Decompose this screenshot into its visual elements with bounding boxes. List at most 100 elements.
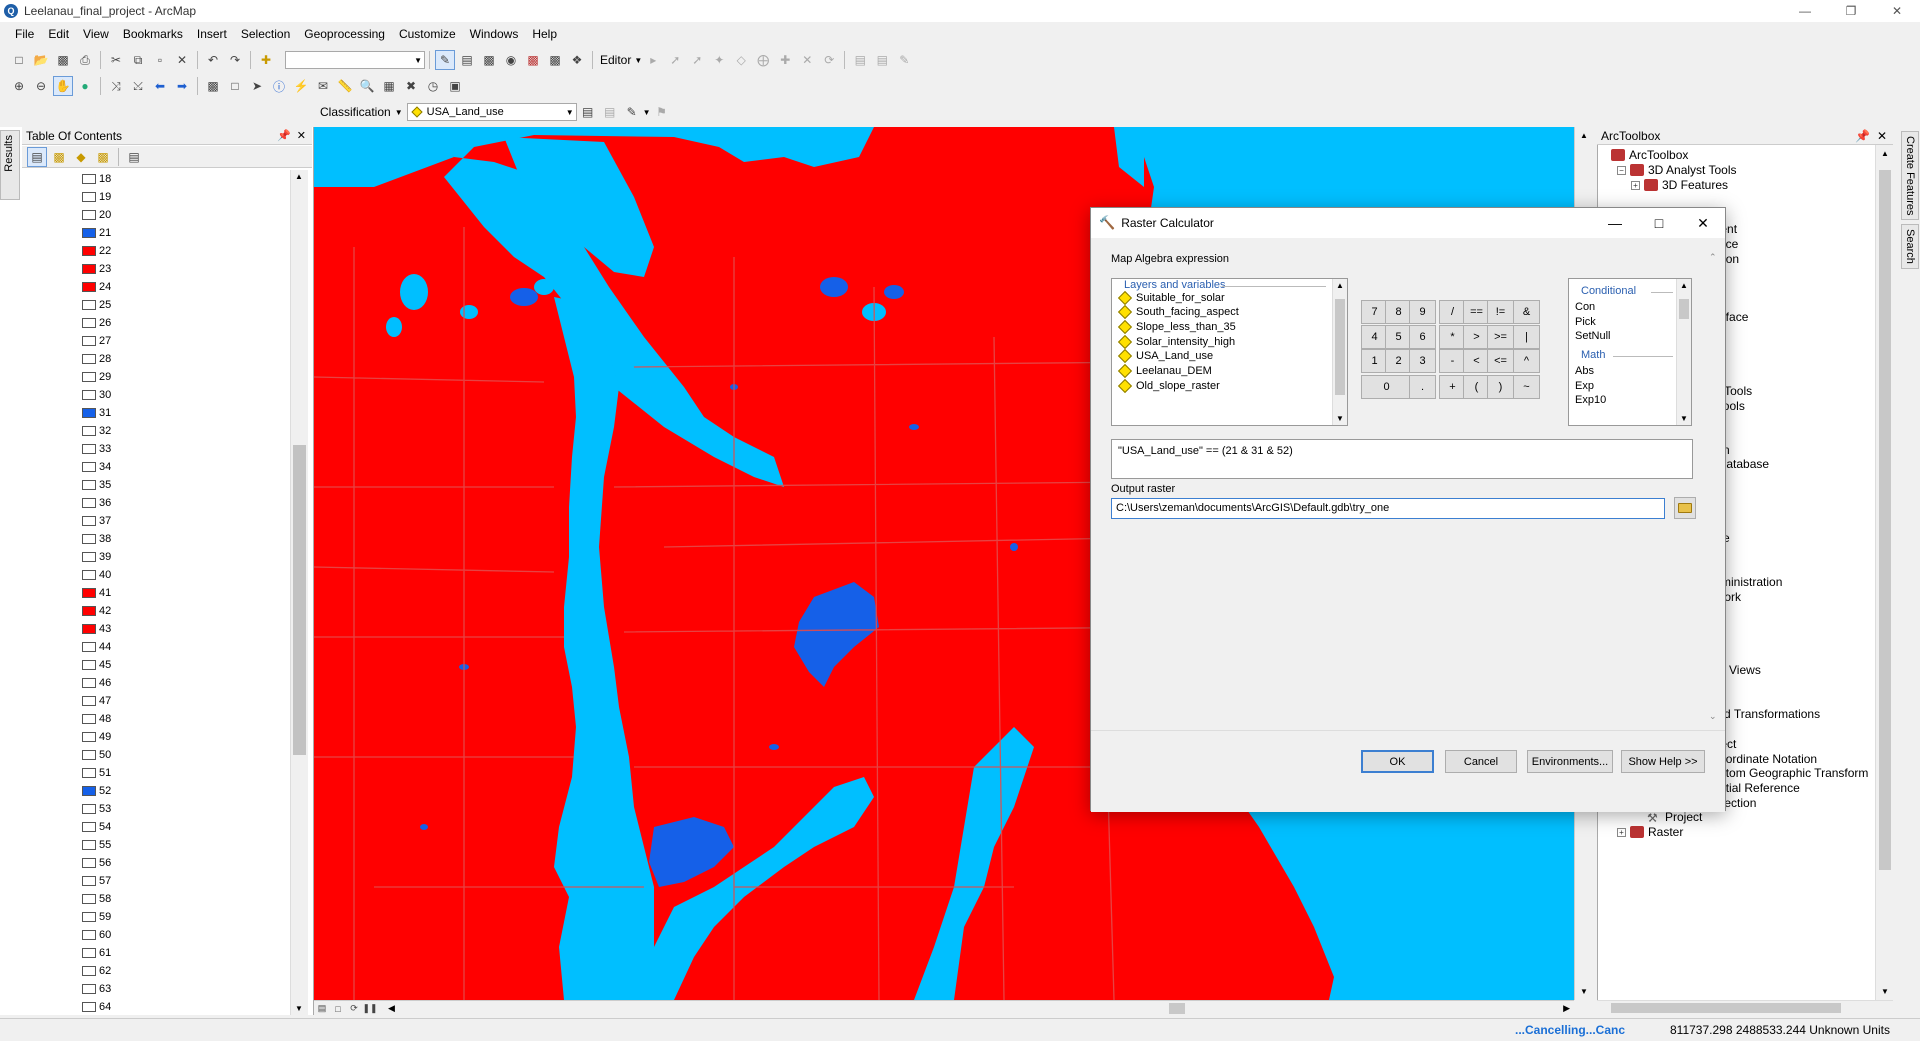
toc-window-icon[interactable]: ▤: [457, 50, 477, 70]
key-button[interactable]: -: [1439, 349, 1466, 373]
list-by-selection-icon[interactable]: ▩: [93, 147, 113, 167]
refresh-icon[interactable]: ⟳: [347, 999, 361, 1019]
show-help-button[interactable]: Show Help >>: [1621, 750, 1705, 773]
time-slider-icon[interactable]: ◷: [423, 76, 443, 96]
legend-swatch[interactable]: [82, 696, 96, 706]
dialog-scrollbar[interactable]: ⌃ ⌄: [1709, 252, 1721, 722]
legend-swatch[interactable]: [82, 876, 96, 886]
layer-combo[interactable]: USA_Land_use ▼: [406, 103, 577, 121]
histogram-icon[interactable]: ▤: [578, 102, 598, 122]
layer-item[interactable]: Old_slope_raster: [1117, 377, 1220, 394]
modelbuilder-icon[interactable]: ❖: [567, 50, 587, 70]
key-button[interactable]: 4: [1361, 325, 1388, 349]
expand-icon[interactable]: +: [1631, 180, 1640, 190]
find-icon[interactable]: 🔍: [357, 76, 377, 96]
split-icon[interactable]: ✕: [797, 50, 817, 70]
toolbox-item[interactable]: +3D Features: [1631, 176, 1728, 194]
function-item[interactable]: SetNull: [1575, 330, 1610, 342]
identify-icon[interactable]: ⓘ: [269, 76, 289, 96]
legend-swatch[interactable]: [82, 408, 96, 418]
legend-swatch[interactable]: [82, 750, 96, 760]
legend-swatch[interactable]: [82, 498, 96, 508]
pin-icon[interactable]: 📌: [277, 130, 291, 142]
trace-icon[interactable]: ✦: [709, 50, 729, 70]
legend-swatch[interactable]: [82, 588, 96, 598]
legend-swatch[interactable]: [82, 426, 96, 436]
layout-view-icon[interactable]: □: [331, 999, 345, 1019]
legend-swatch[interactable]: [82, 948, 96, 958]
collapse-icon[interactable]: −: [1617, 165, 1626, 175]
edit-vertices-icon[interactable]: ◇: [731, 50, 751, 70]
key-button[interactable]: 8: [1385, 300, 1412, 324]
list-by-visibility-icon[interactable]: ◆: [71, 147, 91, 167]
browse-button[interactable]: [1674, 497, 1696, 519]
key-button[interactable]: 3: [1409, 349, 1436, 373]
function-item[interactable]: Con: [1575, 301, 1595, 313]
rotate-icon[interactable]: ⟳: [819, 50, 839, 70]
legend-swatch[interactable]: [82, 354, 96, 364]
create-features-tab[interactable]: Create Features: [1901, 131, 1919, 221]
key-button[interactable]: +: [1439, 375, 1466, 399]
legend-swatch[interactable]: [82, 966, 96, 976]
key-button[interactable]: 0: [1361, 375, 1412, 399]
toc-scrollbar[interactable]: ▲ ▼: [290, 170, 308, 1015]
legend-swatch[interactable]: [82, 246, 96, 256]
legend-swatch[interactable]: [82, 642, 96, 652]
legend-swatch[interactable]: [82, 930, 96, 940]
function-item[interactable]: Abs: [1575, 365, 1594, 377]
legend-swatch[interactable]: [82, 210, 96, 220]
list-by-drawing-order-icon[interactable]: ▤: [27, 146, 47, 167]
select-features-icon[interactable]: ▩: [203, 76, 223, 96]
legend-swatch[interactable]: [82, 444, 96, 454]
output-raster-field[interactable]: C:\Users\zeman\documents\ArcGIS\Default.…: [1111, 498, 1665, 519]
hyperlink-icon[interactable]: ⚡: [291, 76, 311, 96]
layers-and-variables-list[interactable]: Layers and variables Suitable_for_solar S…: [1111, 278, 1348, 426]
save-icon[interactable]: ▩: [53, 50, 73, 70]
full-extent-icon[interactable]: ●: [75, 76, 95, 96]
menu-help[interactable]: Help: [525, 27, 564, 41]
key-button[interactable]: 2: [1385, 349, 1412, 373]
atb-close-icon[interactable]: ✕: [1877, 129, 1887, 143]
create-contour-icon[interactable]: ✎: [622, 102, 642, 122]
pause-drawing-icon[interactable]: ❚❚: [362, 999, 377, 1019]
fixed-zoom-out-icon[interactable]: ⤩: [128, 76, 148, 96]
key-button[interactable]: 6: [1409, 325, 1436, 349]
legend-swatch[interactable]: [82, 804, 96, 814]
legend-swatch[interactable]: [82, 192, 96, 202]
paste-icon[interactable]: ▫: [150, 50, 170, 70]
toc-close-icon[interactable]: ✕: [297, 130, 306, 142]
open-icon[interactable]: 📂: [31, 50, 51, 70]
list-by-source-icon[interactable]: ▩: [49, 147, 69, 167]
functions-scrollbar[interactable]: ▲ ▼: [1676, 279, 1691, 425]
environments-button[interactable]: Environments...: [1527, 750, 1613, 773]
legend-swatch[interactable]: [82, 372, 96, 382]
key-button[interactable]: !=: [1487, 300, 1514, 324]
menu-insert[interactable]: Insert: [190, 27, 234, 41]
legend-swatch[interactable]: [82, 768, 96, 778]
legend-swatch[interactable]: [82, 264, 96, 274]
sketch-properties-icon[interactable]: ▤: [872, 50, 892, 70]
results-side-tab[interactable]: Results: [0, 130, 20, 200]
menu-windows[interactable]: Windows: [463, 27, 526, 41]
toc-options-icon[interactable]: ▤: [124, 147, 144, 167]
clear-selection-icon[interactable]: □: [225, 76, 245, 96]
catalog-icon[interactable]: ▩: [479, 50, 499, 70]
legend-swatch[interactable]: [82, 552, 96, 562]
key-button[interactable]: ==: [1463, 300, 1490, 324]
dialog-close-icon[interactable]: ✕: [1681, 208, 1725, 238]
legend-swatch[interactable]: [82, 912, 96, 922]
attributes-icon[interactable]: ▤: [850, 50, 870, 70]
add-data-icon[interactable]: ✚: [256, 50, 276, 70]
key-button[interactable]: .: [1409, 375, 1436, 399]
legend-swatch[interactable]: [82, 336, 96, 346]
atb-pin-icon[interactable]: 📌: [1855, 129, 1870, 143]
layers-scrollbar[interactable]: ▲ ▼: [1332, 279, 1347, 425]
legend-swatch[interactable]: [82, 174, 96, 184]
key-button[interactable]: ): [1487, 375, 1514, 399]
goto-xy-icon[interactable]: ✖: [401, 76, 421, 96]
key-button[interactable]: /: [1439, 300, 1466, 324]
toolbox-item[interactable]: + Raster: [1617, 823, 1683, 841]
measure-icon[interactable]: 📏: [335, 76, 355, 96]
fixed-zoom-in-icon[interactable]: ⤨: [106, 76, 126, 96]
dialog-maximize-icon[interactable]: □: [1637, 208, 1681, 238]
